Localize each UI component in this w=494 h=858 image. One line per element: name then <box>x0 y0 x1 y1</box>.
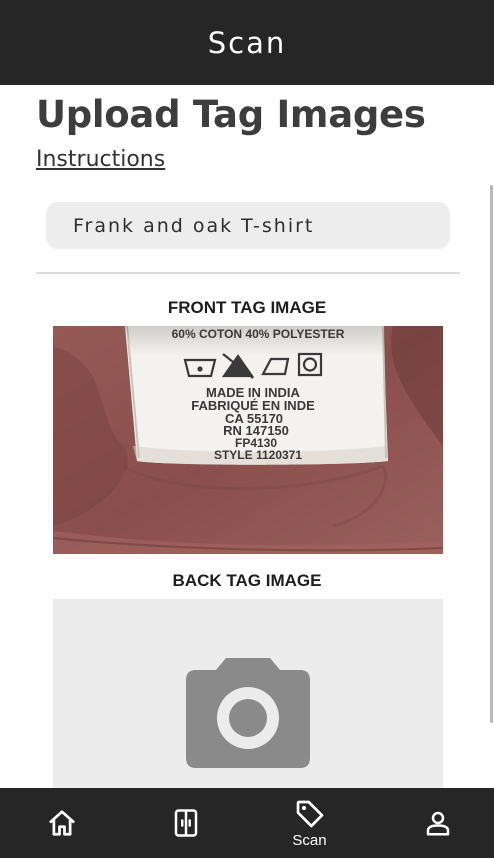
tag-composition-text: 60% COTON 40% POLYESTER <box>172 327 345 341</box>
nav-home[interactable] <box>0 788 123 858</box>
nav-scan-label: Scan <box>292 831 327 849</box>
camera-icon <box>186 658 310 768</box>
top-app-bar: Scan <box>0 0 494 85</box>
home-icon <box>48 810 75 836</box>
tag-style-text: STYLE 1120371 <box>214 448 302 462</box>
instructions-link[interactable]: Instructions <box>36 147 165 172</box>
app-bar-title: Scan <box>207 25 287 60</box>
profile-icon <box>426 811 449 836</box>
closet-icon <box>174 809 197 837</box>
back-tag-label: BACK TAG IMAGE <box>172 571 322 590</box>
bottom-navigation: Scan <box>0 788 494 858</box>
scan-content[interactable]: Upload Tag Images Instructions FRONT TAG… <box>0 85 494 788</box>
page-title: Upload Tag Images <box>36 93 426 136</box>
front-tag-image[interactable]: 60% COTON 40% POLYESTER MADE IN INDIA FA… <box>53 326 443 554</box>
nav-profile[interactable] <box>376 788 494 858</box>
front-tag-photo: 60% COTON 40% POLYESTER MADE IN INDIA FA… <box>53 326 443 554</box>
nav-closet[interactable] <box>124 788 247 858</box>
nav-scan[interactable]: Scan <box>248 788 371 858</box>
divider <box>36 272 460 274</box>
back-tag-image-placeholder[interactable] <box>53 599 443 788</box>
tag-icon <box>296 800 323 827</box>
front-tag-label: FRONT TAG IMAGE <box>167 298 327 317</box>
product-name-input[interactable] <box>46 202 450 249</box>
scrollbar[interactable] <box>490 185 493 723</box>
